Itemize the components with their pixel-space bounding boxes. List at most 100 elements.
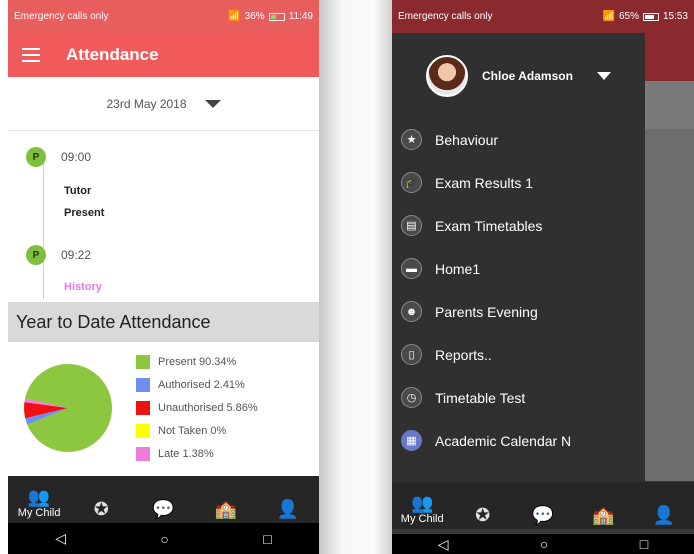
back-icon[interactable]: ◁ [55, 530, 66, 547]
drawer-item-behaviour[interactable]: ★ Behaviour [392, 118, 645, 161]
drawer-item-home1[interactable]: ▬ Home1 [392, 247, 645, 290]
legend-item: Unauthorised 5.86% [136, 396, 258, 419]
award-icon: ✪ [93, 499, 109, 519]
section-heading: Year to Date Attendance [8, 302, 319, 342]
drawer-item-label: Timetable Test [435, 389, 526, 406]
nav-school[interactable]: 🏫 [573, 505, 633, 525]
battery-icon [268, 12, 285, 21]
legend-label: Authorised 2.41% [158, 378, 245, 391]
nav-profile[interactable]: 👤 [634, 505, 694, 525]
attendance-screen: Emergency calls only 📶 36% 11:49 Attenda… [8, 0, 319, 554]
star-icon: ★ [401, 129, 422, 150]
nav-profile[interactable]: 👤 [257, 499, 319, 519]
menu-icon[interactable] [22, 48, 40, 62]
entry-subject: Tutor [64, 185, 92, 197]
app-bar [645, 33, 694, 81]
drawer-item-label: Parents Evening [435, 303, 538, 320]
entry-status: Present [64, 207, 105, 219]
chart-legend: Present 90.34% Authorised 2.41% Unauthoris… [136, 350, 258, 465]
legend-swatch [136, 400, 150, 415]
list-icon: ▤ [401, 215, 422, 236]
history-link[interactable]: History [64, 281, 102, 293]
app-bar: Attendance [8, 33, 319, 77]
school-icon: 🏫 [214, 499, 237, 519]
legend-label: Present 90.34% [158, 355, 237, 368]
legend-label: Late 1.38% [158, 447, 214, 460]
home-icon[interactable]: ○ [540, 536, 548, 552]
chevron-down-icon[interactable] [596, 71, 611, 80]
people-icon: ☻ [401, 301, 422, 322]
graduation-cap-icon: 🎓 [401, 172, 422, 193]
page-body-scrim[interactable] [645, 81, 694, 481]
bottom-nav: 👥 My Child ✪ 💬 🏫 👤 [8, 476, 319, 523]
page-title: Attendance [66, 45, 159, 64]
present-badge: P [26, 147, 46, 167]
calendar-icon: ▦ [401, 430, 422, 451]
timeline-line [43, 161, 44, 299]
legend-item: Not Taken 0% [136, 419, 258, 442]
drawer-item-label: Home1 [435, 260, 481, 277]
drawer-item-reports[interactable]: ▯ Reports.. [392, 333, 645, 376]
school-icon: 🏫 [592, 505, 615, 525]
clock-icon: ◷ [401, 387, 422, 408]
nav-awards[interactable]: ✪ [70, 499, 132, 519]
back-icon[interactable]: ◁ [438, 536, 449, 553]
nav-awards[interactable]: ✪ [452, 505, 512, 525]
drawer-item-label: Exam Timetables [435, 217, 543, 234]
system-nav-bar: ◁ ○ □ [392, 534, 694, 554]
battery-percent: 65% [618, 11, 639, 22]
entry-time: 09:22 [61, 248, 92, 262]
signal-icon: 📶 [602, 11, 615, 22]
drawer-item-label: Exam Results 1 [435, 174, 534, 191]
legend-swatch [136, 354, 150, 369]
nav-messages[interactable]: 💬 [132, 499, 194, 519]
home-icon[interactable]: ○ [160, 531, 168, 547]
present-badge: P [26, 245, 46, 265]
screenshot-canvas: Emergency calls only 📶 36% 11:49 Attenda… [0, 0, 694, 554]
contact-icon: 👤 [276, 499, 300, 519]
award-icon: ✪ [475, 505, 491, 525]
drawer-item-exam-timetables[interactable]: ▤ Exam Timetables [392, 204, 645, 247]
nav-my-child[interactable]: 👥 My Child [392, 493, 452, 525]
status-bar: Emergency calls only 📶 65% 15:53 [392, 0, 694, 33]
children-icon: 👥 [410, 493, 434, 513]
legend-swatch [136, 377, 150, 392]
nav-my-child[interactable]: 👥 My Child [8, 487, 70, 519]
nav-messages[interactable]: 💬 [513, 505, 573, 525]
document-icon: ▯ [401, 344, 422, 365]
recents-icon[interactable]: □ [640, 536, 648, 552]
chevron-down-icon[interactable] [204, 99, 221, 108]
status-carrier: Emergency calls only [14, 11, 109, 22]
drawer-menu: ★ Behaviour 🎓 Exam Results 1 ▤ Exam Timetab… [392, 118, 645, 462]
drawer-item-academic-calendar[interactable]: ▦ Academic Calendar N [392, 419, 645, 462]
timeline-entry: P 09:00 [26, 147, 91, 167]
legend-item: Authorised 2.41% [136, 373, 258, 396]
legend-item: Late 1.38% [136, 442, 258, 465]
nav-my-child-label: My Child [400, 513, 444, 525]
drawer-screen: Emergency calls only 📶 65% 15:53 Chloe A… [392, 0, 694, 554]
drawer-item-exam-results[interactable]: 🎓 Exam Results 1 [392, 161, 645, 204]
legend-swatch [136, 423, 150, 438]
battery-percent: 36% [244, 11, 265, 22]
status-carrier: Emergency calls only [398, 11, 493, 22]
profile-header[interactable]: Chloe Adamson [392, 33, 645, 118]
chat-icon: 💬 [152, 499, 175, 519]
attendance-chart: Present 90.34% Authorised 2.41% Unauthoris… [8, 342, 319, 474]
drawer-item-timetable-test[interactable]: ◷ Timetable Test [392, 376, 645, 419]
nav-school[interactable]: 🏫 [195, 499, 257, 519]
drawer-item-parents-evening[interactable]: ☻ Parents Evening [392, 290, 645, 333]
entry-time: 09:00 [61, 150, 92, 164]
attendance-timeline: P 09:00 Tutor Present P 09:22 History [8, 131, 319, 302]
legend-label: Not Taken 0% [158, 424, 227, 437]
pie-chart [24, 364, 112, 452]
signal-icon: 📶 [228, 11, 241, 22]
status-bar: Emergency calls only 📶 36% 11:49 [8, 0, 319, 33]
contact-icon: 👤 [652, 505, 676, 525]
navigation-drawer: Chloe Adamson ★ Behaviour 🎓 Exam Results 1… [392, 33, 645, 482]
date-selector[interactable]: 23rd May 2018 [8, 77, 319, 131]
recents-icon[interactable]: □ [263, 531, 271, 547]
briefcase-icon: ▬ [401, 258, 422, 279]
date-selector [645, 81, 694, 129]
avatar [426, 54, 468, 97]
chat-icon: 💬 [531, 505, 555, 525]
